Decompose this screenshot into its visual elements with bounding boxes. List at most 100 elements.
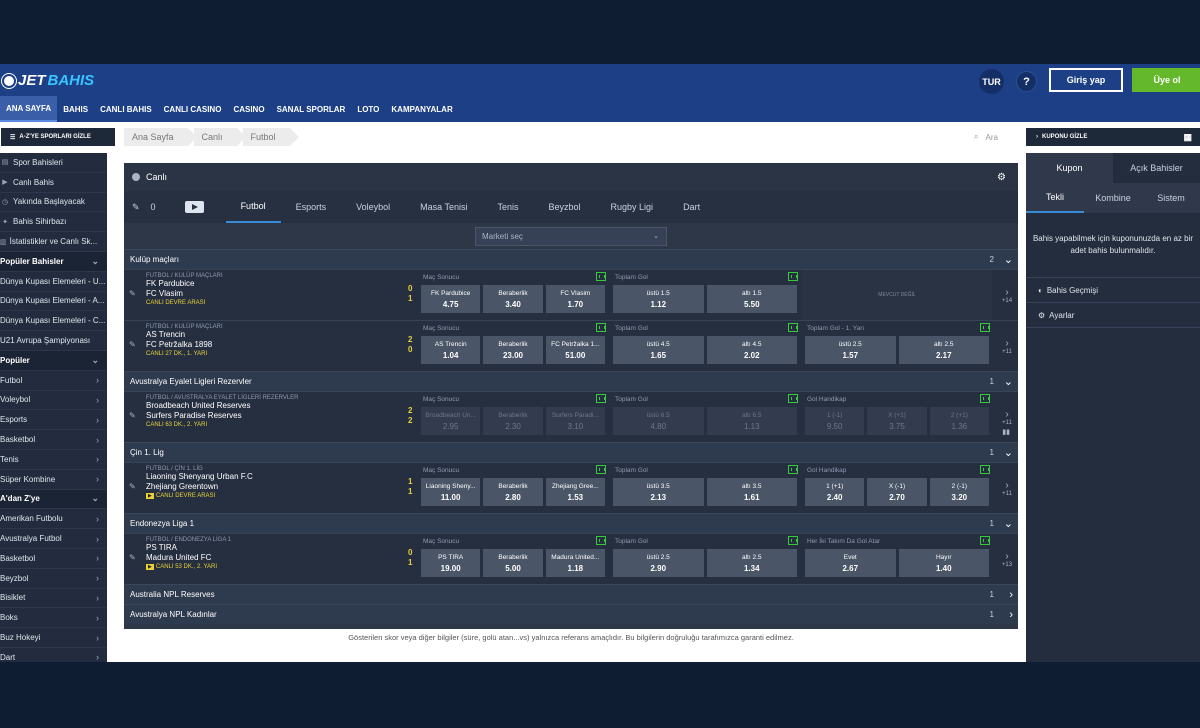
statistics-icon[interactable]	[788, 536, 798, 545]
statistics-icon[interactable]	[788, 394, 798, 403]
odd-button[interactable]: Hayır 1.40	[898, 549, 989, 577]
sidebar-item[interactable]: Voleybol ›	[0, 391, 107, 411]
sidebar-section-header[interactable]: Popüler Bahisler ⌄	[0, 251, 107, 272]
odd-button[interactable]: altı 4.5 2.02	[706, 336, 797, 364]
betslip-tab[interactable]: Kupon	[1026, 153, 1113, 183]
logo[interactable]: JET BAHIS	[2, 72, 94, 89]
sidebar-section-header[interactable]: Popüler ⌄	[0, 350, 107, 371]
statistics-icon[interactable]	[788, 272, 798, 281]
sidebar-item[interactable]: U21 Avrupa Şampiyonası	[0, 331, 107, 351]
odd-button[interactable]: Liaoning Sheny... 11.00	[421, 478, 481, 506]
sidebar-item[interactable]: Esports ›	[0, 410, 107, 431]
login-button[interactable]: Giriş yap	[1049, 68, 1123, 92]
sidebar-item[interactable]: ◷ Yakında Başlayacak	[0, 193, 107, 213]
pin-icon[interactable]: ✎	[129, 340, 136, 349]
odd-button[interactable]: PS TIRA 19.00	[421, 549, 481, 577]
match-info[interactable]: FUTBOL / KULÜP MAÇLARI AS Trencin FC Petrž…	[146, 324, 418, 357]
video-icon[interactable]	[184, 201, 204, 213]
betslip-subtab[interactable]: Kombine	[1084, 183, 1142, 213]
odd-button[interactable]: 2 (-1) 3.20	[929, 478, 989, 506]
kupon-hide-button[interactable]: › KUPONU GİZLE ▦	[1026, 128, 1200, 146]
league-header[interactable]: Avustralya NPL Kadınlar 1 ›	[124, 604, 1018, 624]
odd-button[interactable]: altı 1.5 5.50	[706, 285, 797, 313]
odd-button[interactable]: Beraberlik 23.00	[483, 336, 543, 364]
statistics-icon[interactable]	[596, 394, 606, 403]
statistics-icon[interactable]	[788, 323, 798, 332]
statistics-icon[interactable]	[980, 323, 990, 332]
sidebar-item[interactable]: Basketbol ›	[0, 549, 107, 569]
statistics-icon[interactable]	[788, 465, 798, 474]
chevron-right-icon[interactable]: ›	[1009, 589, 1013, 601]
sidebar-item[interactable]: Boks ›	[0, 608, 107, 629]
odd-button[interactable]: üstü 2.5 1.57	[805, 336, 896, 364]
sidebar-item[interactable]: Buz Hokeyi ›	[0, 628, 107, 648]
sidebar-item[interactable]: Süper Kombine ›	[0, 470, 107, 490]
bet-history-link[interactable]: ◐ Bahis Geçmişi	[1026, 278, 1200, 303]
betslip-subtab[interactable]: Sistem	[1142, 183, 1200, 213]
chevron-down-icon[interactable]: ⌄	[1004, 253, 1013, 266]
nav-item[interactable]: LOTO	[351, 96, 385, 122]
more-markets-button[interactable]: › +14	[996, 270, 1018, 321]
sidebar-item[interactable]: Beyzbol ›	[0, 569, 107, 589]
nav-item[interactable]: BAHIS	[57, 96, 94, 122]
breadcrumb-item[interactable]: Futbol	[242, 128, 299, 146]
odd-button[interactable]: Zhejiang Gree... 1.53	[545, 478, 605, 506]
nav-item[interactable]: SANAL SPORLAR	[271, 96, 352, 122]
sport-tab[interactable]: Voleybol	[341, 191, 405, 223]
nav-item[interactable]: CANLI BAHIS	[94, 96, 158, 122]
sidebar-item[interactable]: ▶ Canlı Bahis	[0, 173, 107, 193]
statistics-icon[interactable]	[980, 465, 990, 474]
help-icon[interactable]: ?	[1016, 71, 1037, 92]
betslip-subtab[interactable]: Tekli	[1026, 183, 1084, 213]
settings-link[interactable]: ⚙ Ayarlar	[1026, 303, 1200, 328]
betslip-tab[interactable]: Açık Bahisler	[1113, 153, 1200, 183]
odd-button[interactable]: üstü 2.5 2.90	[613, 549, 704, 577]
nav-item[interactable]: ANA SAYFA	[0, 96, 58, 122]
sidebar-item[interactable]: Dünya Kupası Elemeleri - C...	[0, 311, 107, 332]
sport-tab[interactable]: Esports	[281, 191, 342, 223]
odd-button[interactable]: Evet 2.67	[805, 549, 896, 577]
sidebar-item[interactable]: Bisiklet ›	[0, 589, 107, 609]
statistics-icon[interactable]	[596, 536, 606, 545]
league-header[interactable]: Endonezya Liga 1 1 ⌄	[124, 513, 1018, 533]
league-header[interactable]: Australia NPL Reserves 1 ›	[124, 584, 1018, 604]
league-header[interactable]: Kulüp maçları 2 ⌄	[124, 249, 1018, 269]
nav-item[interactable]: KAMPANYALAR	[385, 96, 458, 122]
odd-button[interactable]: AS Trencin 1.04	[421, 336, 481, 364]
search-input[interactable]: ⌕ Ara	[974, 130, 1018, 144]
sidebar-item[interactable]: Tenis ›	[0, 450, 107, 470]
sport-tab[interactable]: Beyzbol	[534, 191, 596, 223]
odd-button[interactable]: FK Pardubice 4.75	[421, 285, 481, 313]
nav-item[interactable]: CASINO	[227, 96, 270, 122]
more-markets-button[interactable]: › +11	[996, 463, 1018, 514]
more-markets-button[interactable]: › +13	[996, 534, 1018, 585]
sidebar-item[interactable]: ▤ Spor Bahisleri	[0, 153, 107, 173]
sidebar-item[interactable]: ▥ İstatistikler ve Canlı Sk...	[0, 232, 107, 252]
sidebar-item[interactable]: ✦ Bahis Sihirbazı	[0, 212, 107, 233]
more-markets-button[interactable]: › +11	[996, 321, 1018, 372]
odd-button[interactable]: FC Petržalka 1... 51.00	[545, 336, 605, 364]
breadcrumb-item[interactable]: Canlı	[193, 128, 246, 146]
sport-tab[interactable]: Dart	[668, 191, 715, 223]
odd-button[interactable]: X (-1) 2.70	[867, 478, 927, 506]
odd-button[interactable]: Madura United... 1.18	[545, 549, 605, 577]
sport-tab[interactable]: Tenis	[482, 191, 533, 223]
odd-button[interactable]: Beraberlik 5.00	[483, 549, 543, 577]
statistics-icon[interactable]	[596, 323, 606, 332]
language-button[interactable]: TUR	[979, 69, 1004, 94]
favorites-filter[interactable]: ✎ 0	[132, 201, 204, 213]
odd-button[interactable]: altı 2.5 1.34	[706, 549, 797, 577]
sidebar-item[interactable]: Dünya Kupası Elemeleri - A...	[0, 292, 107, 312]
odd-button[interactable]: üstü 4.5 1.65	[613, 336, 704, 364]
sport-tab[interactable]: Masa Tenisi	[405, 191, 482, 223]
pin-icon[interactable]: ✎	[129, 289, 136, 298]
sidebar-item[interactable]: Avustralya Futbol ›	[0, 529, 107, 549]
odd-button[interactable]: Beraberlik 3.40	[483, 285, 543, 313]
breadcrumb-item[interactable]: Ana Sayfa	[124, 128, 196, 146]
sidebar-item[interactable]: Dart ›	[0, 648, 107, 662]
sport-tab[interactable]: Futbol	[225, 191, 281, 223]
pin-icon[interactable]: ✎	[129, 553, 136, 562]
odd-button[interactable]: üstü 3.5 2.13	[613, 478, 704, 506]
sidebar-item[interactable]: Futbol ›	[0, 371, 107, 391]
chevron-down-icon[interactable]: ⌄	[1004, 375, 1013, 388]
